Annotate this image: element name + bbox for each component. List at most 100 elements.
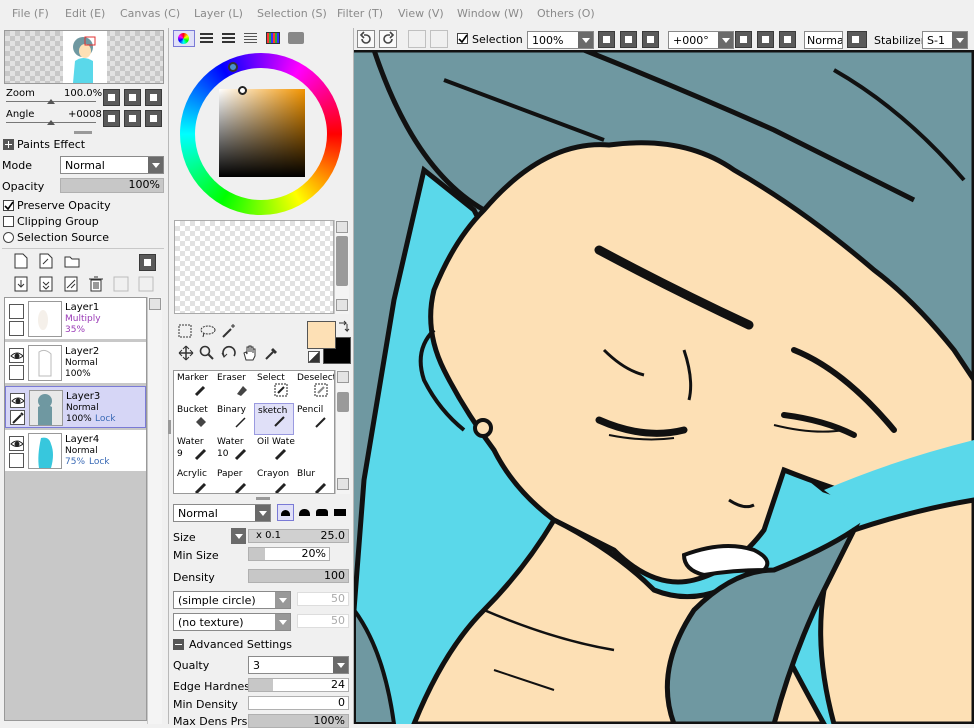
min-density-slider[interactable]: 0: [248, 696, 349, 710]
tool-cell[interactable]: Crayon: [254, 467, 294, 493]
tool-cell[interactable]: Oil Wate: [254, 435, 295, 467]
brush-shape-round-button[interactable]: [277, 504, 294, 521]
rotate-tool-icon[interactable]: [221, 345, 237, 361]
color-wheel-tab[interactable]: [173, 30, 195, 47]
menu-layer[interactable]: Layer (L): [194, 7, 243, 20]
quality-select[interactable]: 3: [248, 656, 349, 674]
stabilizer-select[interactable]: S-1: [922, 31, 968, 49]
brush-shape-square-button[interactable]: [334, 509, 346, 516]
tool-cell[interactable]: Paper: [214, 467, 254, 493]
rotate-reset-button[interactable]: [779, 31, 796, 48]
selection-checkbox[interactable]: [457, 33, 468, 44]
nav-rotate-reset-button[interactable]: [145, 110, 162, 127]
layer-options-button[interactable]: [139, 254, 156, 271]
canvas-artwork[interactable]: [354, 50, 974, 724]
reset-colors-icon[interactable]: [308, 351, 320, 363]
layer-visibility-toggle[interactable]: [9, 304, 24, 319]
zoom-reset-button[interactable]: [642, 31, 659, 48]
invert-selection-button[interactable]: [430, 30, 448, 48]
brush-blend-select[interactable]: Normal: [173, 504, 271, 522]
layer-opacity-slider[interactable]: 100%: [60, 178, 164, 193]
nav-rotate-right-button[interactable]: [124, 110, 141, 127]
hsv-slider-tab[interactable]: [222, 33, 235, 43]
menu-window[interactable]: Window (W): [457, 7, 523, 20]
min-size-slider[interactable]: 20%: [248, 547, 330, 561]
size-multiplier-dropdown[interactable]: [231, 528, 246, 546]
tool-cell[interactable]: sketch: [254, 403, 294, 435]
color-bar-tab[interactable]: [244, 33, 257, 43]
scroll-up-icon[interactable]: [337, 371, 349, 383]
new-layer-icon[interactable]: [14, 253, 28, 269]
plus-icon[interactable]: [3, 139, 14, 150]
tool-splitter-handle[interactable]: [256, 497, 270, 500]
tool-cell[interactable]: Eraser: [214, 371, 254, 403]
clipping-group-checkbox[interactable]: [3, 216, 14, 227]
nav-rotate-left-button[interactable]: [103, 110, 120, 127]
trash-icon[interactable]: [88, 276, 104, 292]
zoom-out-button[interactable]: [598, 31, 615, 48]
layer-list-scrollbar[interactable]: [147, 297, 162, 724]
layer-edit-toggle[interactable]: [10, 410, 25, 425]
saturation-value-square[interactable]: [219, 89, 305, 177]
magic-wand-icon[interactable]: [221, 323, 237, 339]
nav-zoom-in-button[interactable]: [124, 89, 141, 106]
tool-grid-scrollbar[interactable]: [335, 370, 350, 494]
texture-strength[interactable]: 50: [297, 614, 349, 628]
layer-visibility-toggle[interactable]: [9, 348, 24, 363]
paints-effect-label[interactable]: Paints Effect: [17, 138, 85, 151]
layer-edit-toggle[interactable]: [9, 365, 24, 380]
undo-button[interactable]: [357, 30, 375, 48]
flip-button[interactable]: [847, 31, 867, 48]
max-dens-prs-slider[interactable]: 100%: [248, 714, 349, 728]
tool-cell[interactable]: Water 10: [214, 435, 254, 467]
panel-splitter-handle[interactable]: [74, 131, 92, 134]
hand-icon[interactable]: [242, 344, 258, 361]
clear-layer-icon[interactable]: [64, 276, 78, 292]
nav-zoom-reset-button[interactable]: [145, 89, 162, 106]
zoom-in-button[interactable]: [620, 31, 637, 48]
primary-color-swatch[interactable]: [307, 321, 336, 349]
rgb-slider-tab[interactable]: [200, 33, 213, 43]
minus-icon[interactable]: [173, 639, 184, 650]
transfer-down-icon[interactable]: [14, 276, 28, 292]
menu-filter[interactable]: Filter (T): [337, 7, 383, 20]
brush-shape-soft-button[interactable]: [299, 509, 310, 516]
swatches-tab[interactable]: [266, 32, 280, 44]
zoom-tool-icon[interactable]: [199, 345, 215, 361]
scroll-thumb[interactable]: [337, 392, 349, 412]
angle-select[interactable]: +000°: [668, 31, 734, 49]
angle-slider-handle[interactable]: [47, 120, 55, 125]
scroll-down-icon[interactable]: [337, 478, 349, 490]
layer-row[interactable]: Layer3 Normal 100% Lock: [5, 386, 146, 428]
density-slider[interactable]: 100: [248, 569, 349, 583]
brush-shape-strength[interactable]: 50: [297, 592, 349, 606]
layer-visibility-toggle[interactable]: [10, 393, 25, 408]
tool-cell[interactable]: Pencil: [294, 403, 334, 435]
tool-cell[interactable]: Marker: [174, 371, 214, 403]
tool-cell[interactable]: Acrylic: [174, 467, 214, 493]
layer-row[interactable]: Layer2 Normal 100%: [5, 342, 146, 384]
tool-cell[interactable]: Bucket: [174, 403, 214, 435]
scroll-thumb[interactable]: [336, 236, 348, 286]
menu-file[interactable]: File (F): [12, 7, 49, 20]
scratchpad-scrollbar[interactable]: [334, 220, 349, 314]
layer-edit-toggle[interactable]: [9, 321, 24, 336]
swap-colors-icon[interactable]: [337, 320, 350, 333]
tool-cell[interactable]: Binary: [214, 403, 254, 435]
eyedropper-icon[interactable]: [264, 345, 280, 361]
new-folder-icon[interactable]: [64, 254, 80, 268]
scratchpad-tab[interactable]: [288, 32, 304, 44]
rotate-right-button[interactable]: [757, 31, 774, 48]
nav-zoom-out-button[interactable]: [103, 89, 120, 106]
selection-source-checkbox[interactable]: [3, 232, 14, 243]
new-raster-layer-icon[interactable]: [39, 253, 53, 269]
edge-hardness-slider[interactable]: 24: [248, 678, 349, 692]
layer-edit-toggle[interactable]: [9, 453, 24, 468]
zoom-select[interactable]: 100%: [527, 31, 594, 49]
layer-visibility-toggle[interactable]: [9, 436, 24, 451]
tool-cell[interactable]: Select: [254, 371, 294, 403]
lasso-icon[interactable]: [199, 324, 217, 338]
menu-selection[interactable]: Selection (S): [257, 7, 327, 20]
hue-picker-handle[interactable]: [228, 62, 238, 72]
tool-cell[interactable]: Blur: [294, 467, 334, 493]
